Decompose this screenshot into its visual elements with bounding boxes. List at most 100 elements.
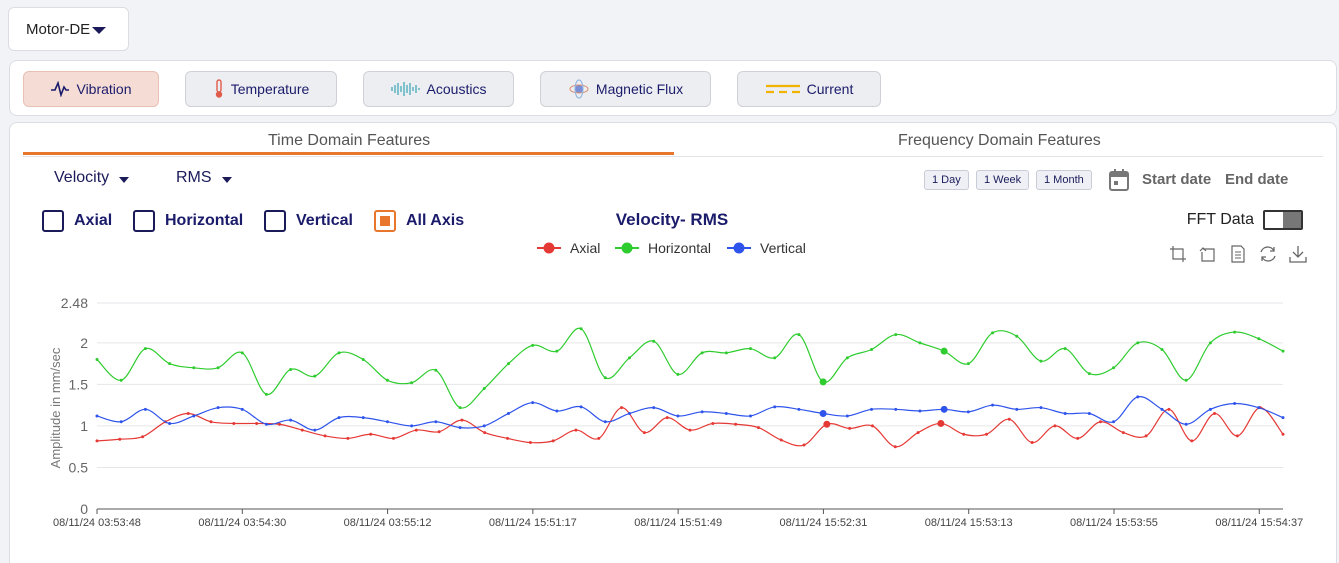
data-point	[870, 348, 874, 352]
data-point	[555, 349, 559, 353]
data-point	[845, 356, 849, 360]
x-axis: 08/11/24 03:53:48 08/11/24 03:54:30 08/11/…	[53, 508, 1303, 529]
data-point	[1160, 348, 1164, 352]
x-tick-label: 08/11/24 03:55:12	[344, 517, 432, 529]
data-point	[143, 407, 147, 411]
data-point	[240, 407, 244, 411]
data-point	[1184, 422, 1188, 426]
data-point	[652, 339, 656, 343]
data-point	[289, 367, 293, 371]
chart-series	[95, 327, 1285, 449]
y-tick-label: 2	[80, 335, 88, 351]
data-point	[385, 378, 389, 382]
data-point	[392, 436, 395, 440]
data-point	[1112, 420, 1116, 424]
y-axis-label: Amplitude in mm/sec	[48, 347, 63, 468]
data-point	[724, 411, 728, 415]
data-point	[1136, 341, 1140, 345]
data-point	[1087, 372, 1091, 376]
data-point	[574, 428, 578, 432]
data-point	[483, 431, 487, 435]
highlight-point	[819, 378, 827, 386]
highlight-point	[819, 409, 827, 417]
legend-marker	[543, 242, 555, 254]
data-point	[1281, 349, 1285, 353]
data-point	[1087, 411, 1091, 415]
data-point	[1121, 431, 1125, 435]
data-point	[724, 351, 728, 355]
data-point	[1063, 347, 1067, 351]
highlight-point	[940, 347, 948, 355]
data-point	[216, 406, 220, 410]
data-point	[734, 422, 738, 426]
data-point	[991, 403, 995, 407]
data-point	[361, 416, 365, 420]
data-point	[346, 436, 350, 440]
data-point	[688, 428, 692, 432]
data-point	[460, 418, 464, 422]
data-point	[361, 357, 365, 361]
data-point	[1007, 417, 1011, 421]
data-point	[264, 392, 268, 396]
data-point	[918, 341, 922, 345]
legend-label: Vertical	[760, 240, 806, 256]
data-point	[119, 420, 123, 424]
data-point	[627, 411, 631, 415]
highlight-point	[823, 420, 831, 428]
data-point	[893, 445, 897, 449]
x-tick-label: 08/11/24 03:53:48	[53, 517, 141, 529]
data-point	[620, 406, 624, 410]
data-point	[531, 401, 535, 405]
data-point	[141, 435, 145, 439]
data-point	[369, 432, 373, 436]
data-point	[652, 406, 656, 410]
data-point	[1213, 411, 1217, 415]
data-point	[985, 432, 988, 436]
data-point	[216, 366, 220, 370]
data-point	[506, 411, 510, 415]
data-point	[240, 351, 244, 355]
data-point	[1167, 407, 1171, 411]
data-point	[437, 430, 441, 434]
data-point	[168, 362, 172, 366]
data-point	[434, 368, 438, 372]
data-point	[579, 405, 583, 409]
data-point	[555, 409, 559, 413]
data-point	[313, 374, 317, 378]
data-point	[1281, 432, 1285, 436]
data-point	[143, 347, 147, 351]
data-point	[168, 421, 172, 425]
data-point	[255, 421, 259, 425]
data-point	[1030, 441, 1034, 445]
data-point	[773, 356, 777, 360]
data-point	[528, 441, 532, 445]
chart-title: Velocity- RMS	[616, 210, 728, 229]
data-point	[1257, 406, 1261, 410]
x-tick-label: 08/11/24 15:51:17	[489, 517, 577, 529]
legend-label: Horizontal	[648, 240, 711, 256]
data-point	[1063, 411, 1067, 415]
data-point	[1257, 337, 1261, 341]
y-tick-label: 0	[80, 501, 88, 517]
data-point	[551, 439, 555, 443]
highlight-point	[937, 419, 945, 427]
data-point	[458, 426, 462, 430]
data-point	[1208, 407, 1212, 411]
data-point	[385, 420, 389, 424]
data-point	[1233, 402, 1237, 406]
data-point	[918, 409, 922, 413]
data-point	[1099, 420, 1103, 424]
data-point	[603, 420, 607, 424]
data-point	[232, 421, 236, 425]
data-point	[434, 420, 438, 424]
data-point	[414, 428, 418, 432]
data-point	[870, 407, 874, 411]
data-point	[313, 428, 317, 432]
data-point	[1233, 330, 1237, 334]
data-point	[991, 331, 995, 335]
x-tick-label: 08/11/24 03:54:30	[198, 517, 286, 529]
data-point	[848, 426, 852, 430]
data-point	[458, 406, 462, 410]
data-point	[209, 420, 213, 424]
data-point	[894, 407, 898, 411]
